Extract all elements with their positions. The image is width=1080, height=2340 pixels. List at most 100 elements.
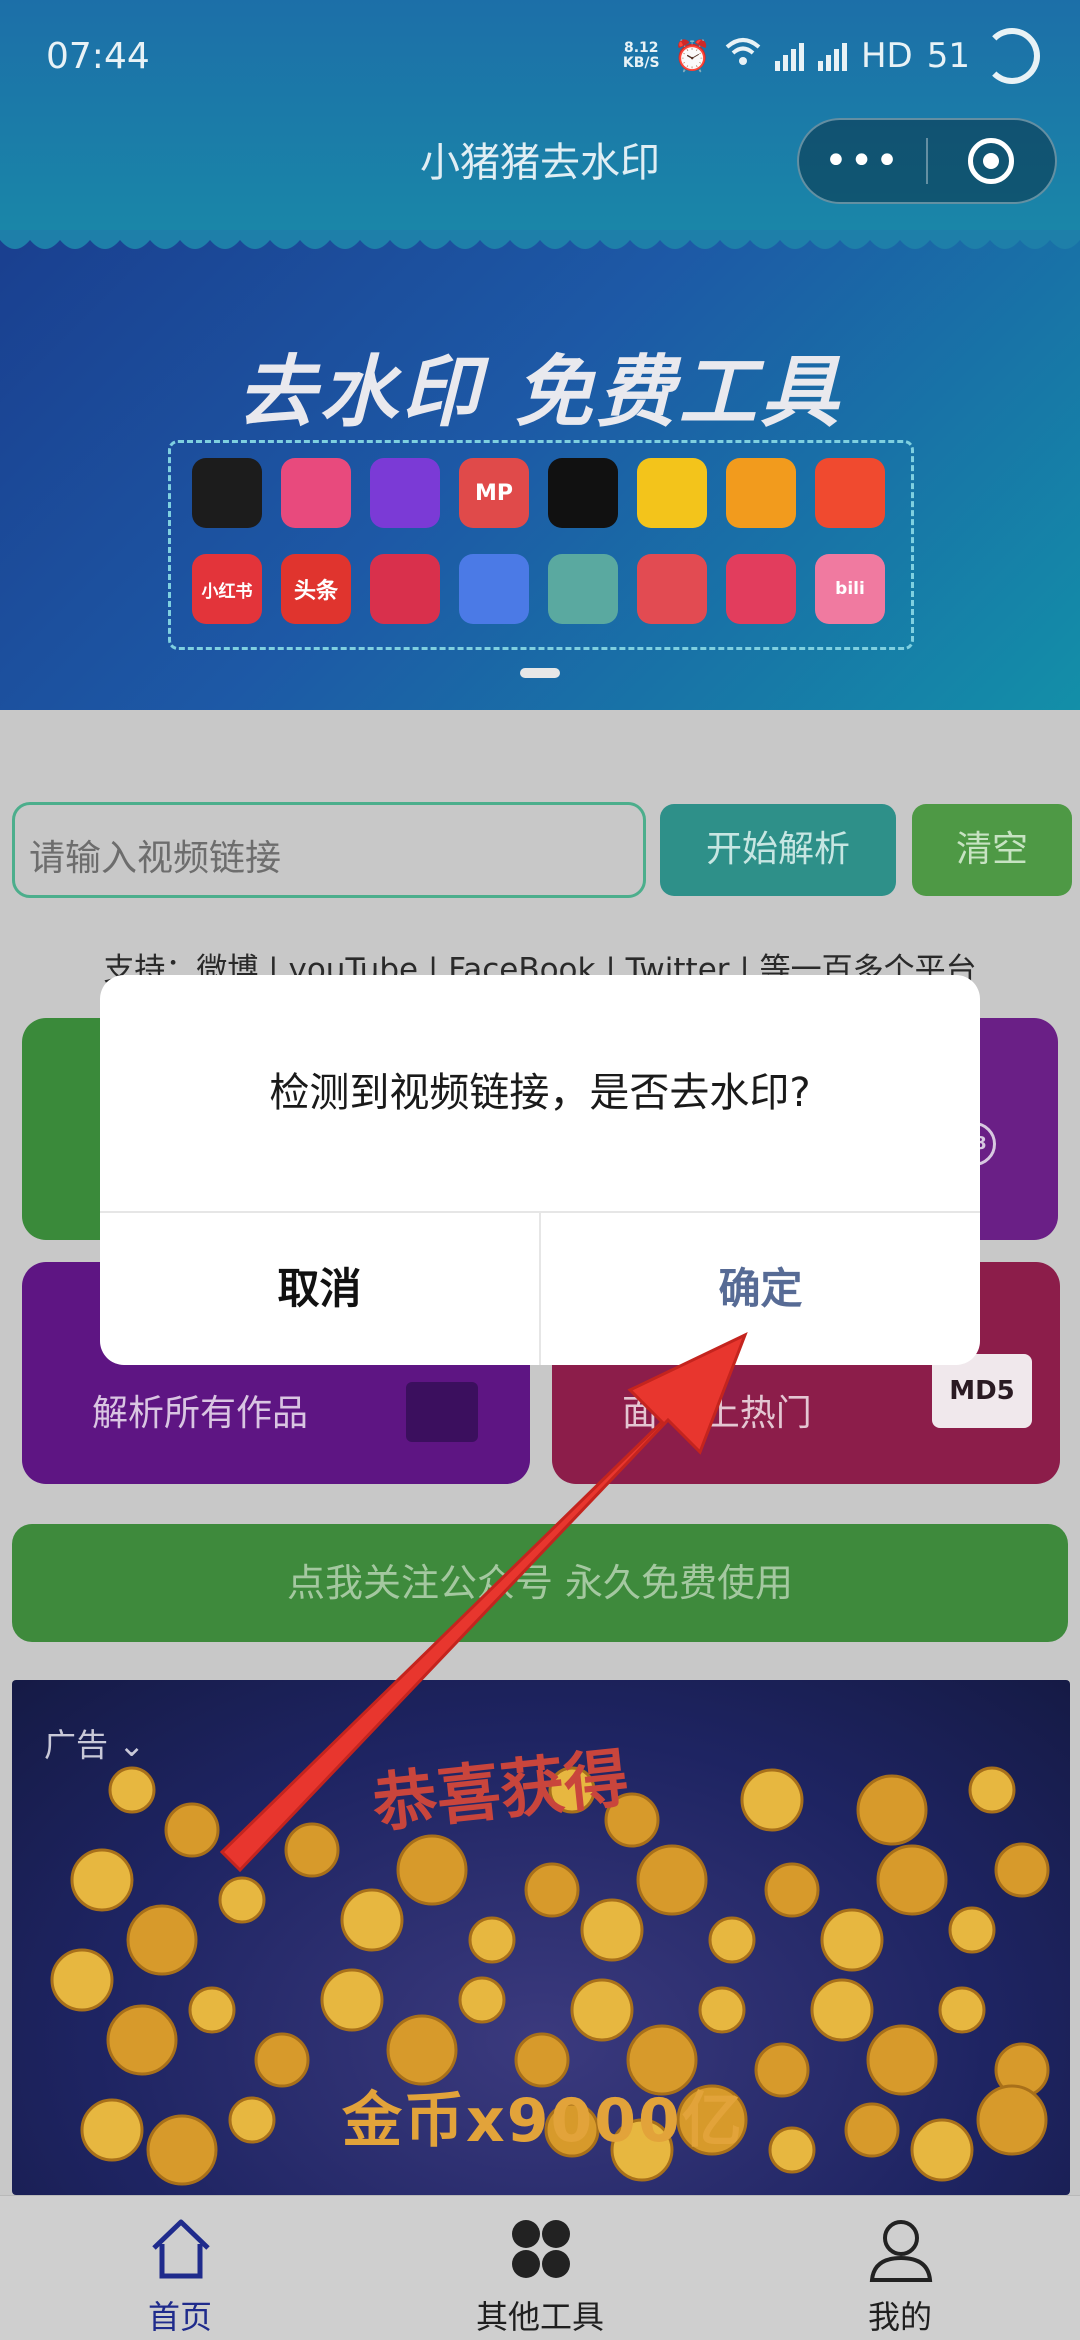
coin-icon	[698, 1986, 746, 2034]
start-parse-button[interactable]: 开始解析	[660, 804, 896, 896]
coin-icon	[50, 1948, 114, 2012]
coin-icon	[164, 1802, 220, 1858]
coin-icon	[570, 1978, 634, 2042]
coin-icon	[636, 1844, 708, 1916]
coin-icon	[910, 2118, 974, 2182]
status-bar: 07:44 8.12 KB/S ⏰ HD 51	[0, 0, 1080, 118]
card-label-hot: 面 5上热门	[622, 1393, 812, 1434]
logo-owl-icon	[548, 554, 618, 624]
coin-icon	[580, 1898, 644, 1962]
network-speed: 8.12 KB/S	[622, 40, 660, 71]
battery-level: 51	[926, 36, 970, 76]
target-icon	[968, 138, 1015, 184]
ad-banner[interactable]: 恭喜获得 金币x9000亿 广告 ⌄	[12, 1680, 1070, 2195]
video-url-input[interactable]: 请输入视频链接	[12, 802, 646, 898]
status-time: 07:44	[46, 36, 150, 77]
coin-icon	[968, 1766, 1016, 1814]
logo-xigua-icon	[548, 458, 618, 528]
coin-icon	[80, 2098, 144, 2162]
dialog-confirm-button[interactable]: 确定	[541, 1213, 980, 1365]
coin-icon	[856, 1774, 928, 1846]
main-content: 请输入视频链接 开始解析 清空 支持：微博 | youTube | FaceBo…	[0, 710, 1080, 2195]
coin-icon	[254, 2032, 310, 2088]
apps-icon	[512, 2220, 570, 2278]
box-icon	[406, 1382, 478, 1442]
coin-icon	[844, 2102, 900, 2158]
tab-label-mine: 我的	[867, 2298, 932, 2336]
coin-icon	[146, 2114, 218, 2186]
logo-huoshan-flame-icon	[815, 458, 885, 528]
coin-icon	[938, 1986, 986, 2034]
status-icons: 8.12 KB/S ⏰ HD 51	[623, 28, 1040, 84]
miniprogram-capsule: •••	[797, 118, 1057, 204]
logo-pipixia-icon	[281, 458, 351, 528]
ad-coin-text: 金币x9000亿	[342, 2086, 744, 2156]
coin-icon	[126, 1904, 198, 1976]
tab-mine[interactable]: 我的	[720, 2196, 1080, 2340]
banner-carousel[interactable]: 去水印 免费工具 MP 小红书 头条 bili	[0, 230, 1080, 710]
follow-account-button[interactable]: 点我关注公众号 永久免费使用	[12, 1524, 1068, 1642]
close-button[interactable]	[928, 138, 1055, 184]
coin-icon	[754, 2042, 810, 2098]
logo-kuaishou-icon	[726, 458, 796, 528]
logo-weibo-video-icon	[370, 554, 440, 624]
logo-haokan-icon	[726, 554, 796, 624]
coin-icon	[764, 1862, 820, 1918]
ad-label[interactable]: 广告 ⌄	[44, 1720, 145, 1766]
coin-icon	[284, 1822, 340, 1878]
coin-icon	[820, 1908, 884, 1972]
logo-小红书-icon: 小红书	[192, 554, 262, 624]
coin-icon	[976, 2084, 1048, 2156]
logo-头条-icon: 头条	[281, 554, 351, 624]
more-button[interactable]: •••	[799, 118, 926, 204]
logo-bilibili-icon: bili	[815, 554, 885, 624]
md5-icon: MD5	[932, 1354, 1032, 1428]
logo-douyin-icon	[192, 458, 262, 528]
coin-icon	[994, 1842, 1050, 1898]
coin-icon	[458, 1976, 506, 2024]
signal-icon	[774, 41, 804, 71]
coin-icon	[106, 2004, 178, 2076]
coin-icon	[340, 1888, 404, 1952]
coin-icon	[708, 1916, 756, 1964]
banner-title: 去水印 免费工具	[237, 348, 843, 438]
coin-icon	[948, 1906, 996, 1954]
coin-icon	[468, 1916, 516, 1964]
card-label-parse-all: 解析所有作品	[92, 1393, 309, 1434]
hd-indicator: HD	[860, 36, 913, 76]
coin-icon	[320, 1968, 384, 2032]
coin-icon	[70, 1848, 134, 1912]
tab-bar: 首页 其他工具 我的	[0, 2195, 1080, 2340]
logo-momo-icon	[459, 554, 529, 624]
carousel-indicator	[520, 668, 560, 678]
alarm-icon: ⏰	[673, 38, 711, 74]
coin-icon	[768, 2126, 816, 2174]
dialog-message: 检测到视频链接，是否去水印?	[269, 1070, 811, 1116]
coin-icon	[228, 2096, 276, 2144]
tab-label-home: 首页	[147, 2298, 212, 2336]
coin-icon	[810, 1978, 874, 2042]
home-icon	[152, 2219, 210, 2279]
wifi-icon	[725, 37, 761, 75]
coin-icon	[524, 1862, 580, 1918]
logo-huoshan-icon	[637, 458, 707, 528]
wave-decoration	[0, 230, 1080, 249]
coin-icon	[866, 2024, 938, 2096]
clear-button[interactable]: 清空	[912, 804, 1072, 896]
coin-icon	[876, 1844, 948, 1916]
coin-icon	[218, 1876, 266, 1924]
logo-meipai-icon: MP	[459, 458, 529, 528]
tab-other-tools[interactable]: 其他工具	[360, 2196, 720, 2340]
tab-home[interactable]: 首页	[0, 2196, 360, 2340]
coin-icon	[108, 1766, 156, 1814]
logo-weishi-icon	[370, 458, 440, 528]
logo-troll-icon	[637, 554, 707, 624]
user-icon	[869, 2220, 933, 2282]
platform-logo-grid: MP 小红书 头条 bili	[192, 458, 885, 624]
loading-ring-icon	[984, 28, 1040, 84]
coin-icon	[188, 1986, 236, 2034]
signal-icon-2	[817, 41, 847, 71]
dialog-cancel-button[interactable]: 取消	[100, 1213, 539, 1365]
coin-icon	[740, 1768, 804, 1832]
header: 07:44 8.12 KB/S ⏰ HD 51 小猪猪去水印 •••	[0, 0, 1080, 230]
